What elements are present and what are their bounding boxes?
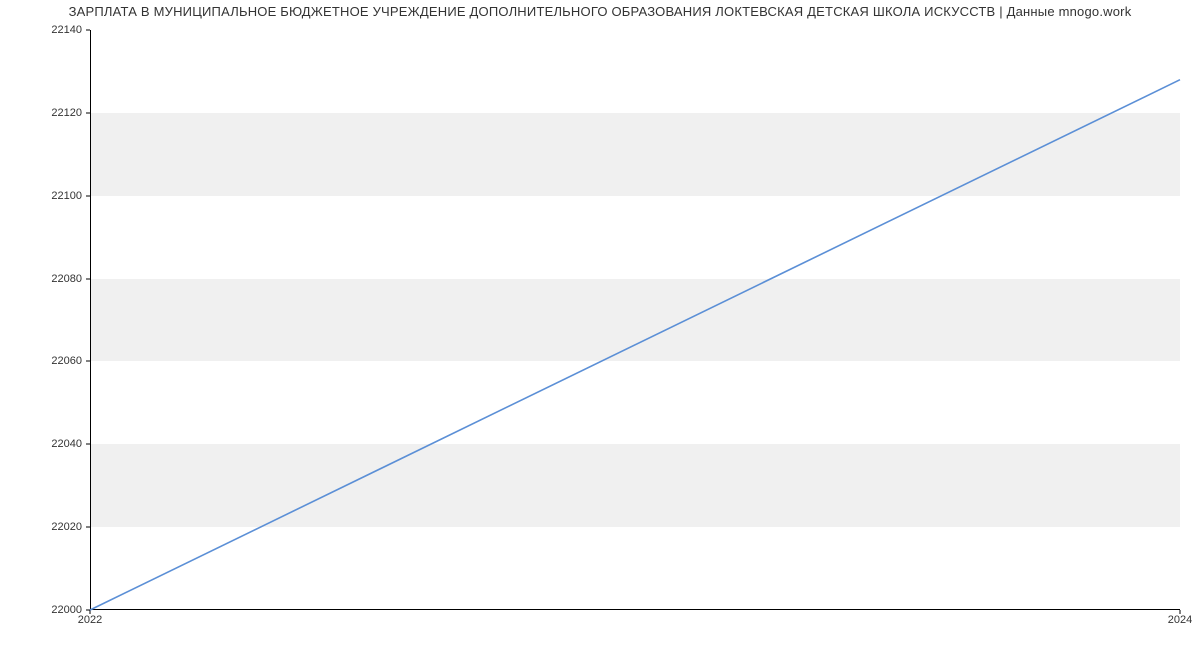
y-tick-label: 22040: [12, 438, 82, 450]
y-tick-label: 22100: [12, 190, 82, 202]
y-tick-label: 22140: [12, 24, 82, 36]
y-tick-label: 22120: [12, 107, 82, 119]
chart-container: ЗАРПЛАТА В МУНИЦИПАЛЬНОЕ БЮДЖЕТНОЕ УЧРЕЖ…: [0, 0, 1200, 650]
y-tick-label: 22080: [12, 273, 82, 285]
chart-title: ЗАРПЛАТА В МУНИЦИПАЛЬНОЕ БЮДЖЕТНОЕ УЧРЕЖ…: [0, 4, 1200, 19]
x-tick-mark: [1180, 610, 1181, 614]
y-tick-label: 22060: [12, 355, 82, 367]
x-tick-label: 2022: [78, 614, 102, 626]
y-tick-label: 22020: [12, 521, 82, 533]
plot-area: [90, 30, 1180, 610]
line-series: [90, 30, 1180, 610]
x-tick-label: 2024: [1168, 614, 1192, 626]
y-tick-label: 22000: [12, 604, 82, 616]
